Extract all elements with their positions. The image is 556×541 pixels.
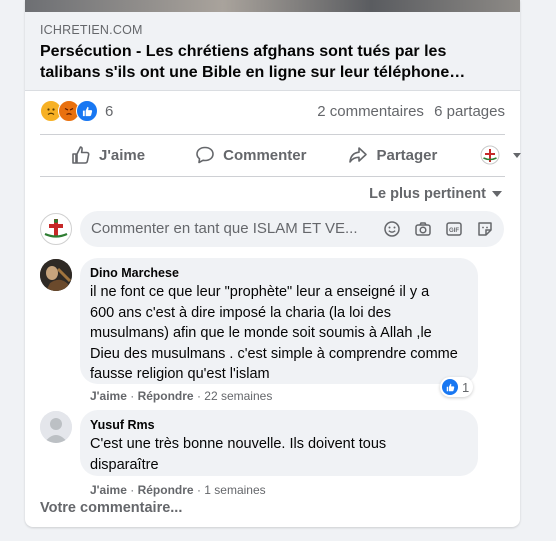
like-button[interactable]: J'aime <box>71 145 145 165</box>
share-button-label: Partager <box>376 146 438 164</box>
gif-icon[interactable]: GIF <box>445 220 463 238</box>
like-reaction-icon <box>76 100 98 122</box>
camera-icon[interactable] <box>414 220 432 238</box>
sticker-icon[interactable] <box>476 220 494 238</box>
emoji-icon[interactable] <box>383 220 401 238</box>
comment-bubble: Yusuf Rms C'est une très bonne nouvelle.… <box>80 410 478 476</box>
post-stats: 2 commentaires 6 partages <box>311 103 505 120</box>
comment-text-line: Dieu des musulmans . c'est simple à comp… <box>90 345 458 362</box>
comment-like-link[interactable]: J'aime <box>90 389 127 403</box>
caret-down-icon <box>492 191 502 198</box>
svg-text:GIF: GIF <box>449 228 459 234</box>
comment-input[interactable]: Commenter en tant que ISLAM ET VE... GIF <box>80 211 504 247</box>
comment-text-line: fausse religion qu'est l'islam <box>90 366 270 382</box>
comment-meta: J'aime · Répondre · 1 semaines <box>90 483 266 497</box>
comments-count[interactable]: 2 commentaires <box>317 103 424 120</box>
separator: · <box>130 389 138 403</box>
like-reaction-icon <box>442 379 458 395</box>
user-photo-icon <box>40 259 72 291</box>
page-logo-icon <box>44 219 68 238</box>
comment-bubble: Dino Marchese il ne font ce que leur "pr… <box>80 258 478 384</box>
comment-text-line: disparaître <box>90 456 159 473</box>
post-as-selector[interactable] <box>480 145 522 165</box>
comment-text-line: 600 ans c'est à dire imposé la charia (l… <box>90 304 391 321</box>
avatar[interactable] <box>40 411 72 443</box>
comment-timestamp[interactable]: 22 semaines <box>204 389 272 403</box>
your-comment-link[interactable]: Votre commentaire... <box>40 500 182 516</box>
comment-reply-link[interactable]: Répondre <box>138 483 194 497</box>
comment-input-placeholder: Commenter en tant que ISLAM ET VE... <box>91 220 358 237</box>
comment-input-tools: GIF <box>370 220 494 238</box>
reactions-summary: 6 2 commentaires 6 partages <box>40 100 505 124</box>
comment-button[interactable]: Commenter <box>195 145 306 165</box>
comment-icon <box>196 146 214 164</box>
comment-text-line: il ne font ce que leur "prophète" leur a… <box>90 284 430 300</box>
comment-author[interactable]: Yusuf Rms <box>90 418 155 432</box>
comment-text-line: musulmans) afin que le monde soit soumis… <box>90 325 432 341</box>
chevron-down-icon <box>513 152 522 158</box>
default-user-icon <box>40 411 72 443</box>
comment-reply-link[interactable]: Répondre <box>138 389 194 403</box>
post-card: ICHRETIEN.COM Persécution - Les chrétien… <box>25 0 522 527</box>
link-preview[interactable]: ICHRETIEN.COM Persécution - Les chrétien… <box>25 12 520 91</box>
comment-like-count: 1 <box>462 379 470 395</box>
share-icon <box>349 147 368 163</box>
shares-count[interactable]: 6 partages <box>434 103 505 120</box>
link-domain: ICHRETIEN.COM <box>40 23 143 37</box>
comment-timestamp[interactable]: 1 semaines <box>204 483 265 497</box>
like-button-label: J'aime <box>99 146 146 164</box>
comment-like-badge[interactable]: 1 <box>440 377 474 397</box>
action-bar: J'aime Commenter Partager <box>40 135 522 175</box>
comment-author[interactable]: Dino Marchese <box>90 266 179 280</box>
comment-sort-label: Le plus pertinent <box>369 186 486 202</box>
comment-button-label: Commenter <box>223 146 307 164</box>
comment-like-link[interactable]: J'aime <box>90 483 127 497</box>
reaction-count[interactable]: 6 <box>105 103 113 120</box>
page-logo-icon <box>480 145 500 165</box>
comment-sort-dropdown[interactable]: Le plus pertinent <box>369 186 502 202</box>
link-preview-image[interactable] <box>25 0 520 12</box>
divider <box>40 176 505 177</box>
share-button[interactable]: Partager <box>348 145 437 165</box>
link-title[interactable]: Persécution - Les chrétiens afghans sont… <box>40 41 510 83</box>
separator: · <box>130 483 138 497</box>
comment-meta: J'aime · Répondre · 22 semaines <box>90 389 272 403</box>
avatar[interactable] <box>40 213 72 245</box>
avatar[interactable] <box>40 259 72 291</box>
comment-text-line: C'est une très bonne nouvelle. Ils doive… <box>90 436 387 452</box>
thumbs-up-icon <box>72 146 90 164</box>
